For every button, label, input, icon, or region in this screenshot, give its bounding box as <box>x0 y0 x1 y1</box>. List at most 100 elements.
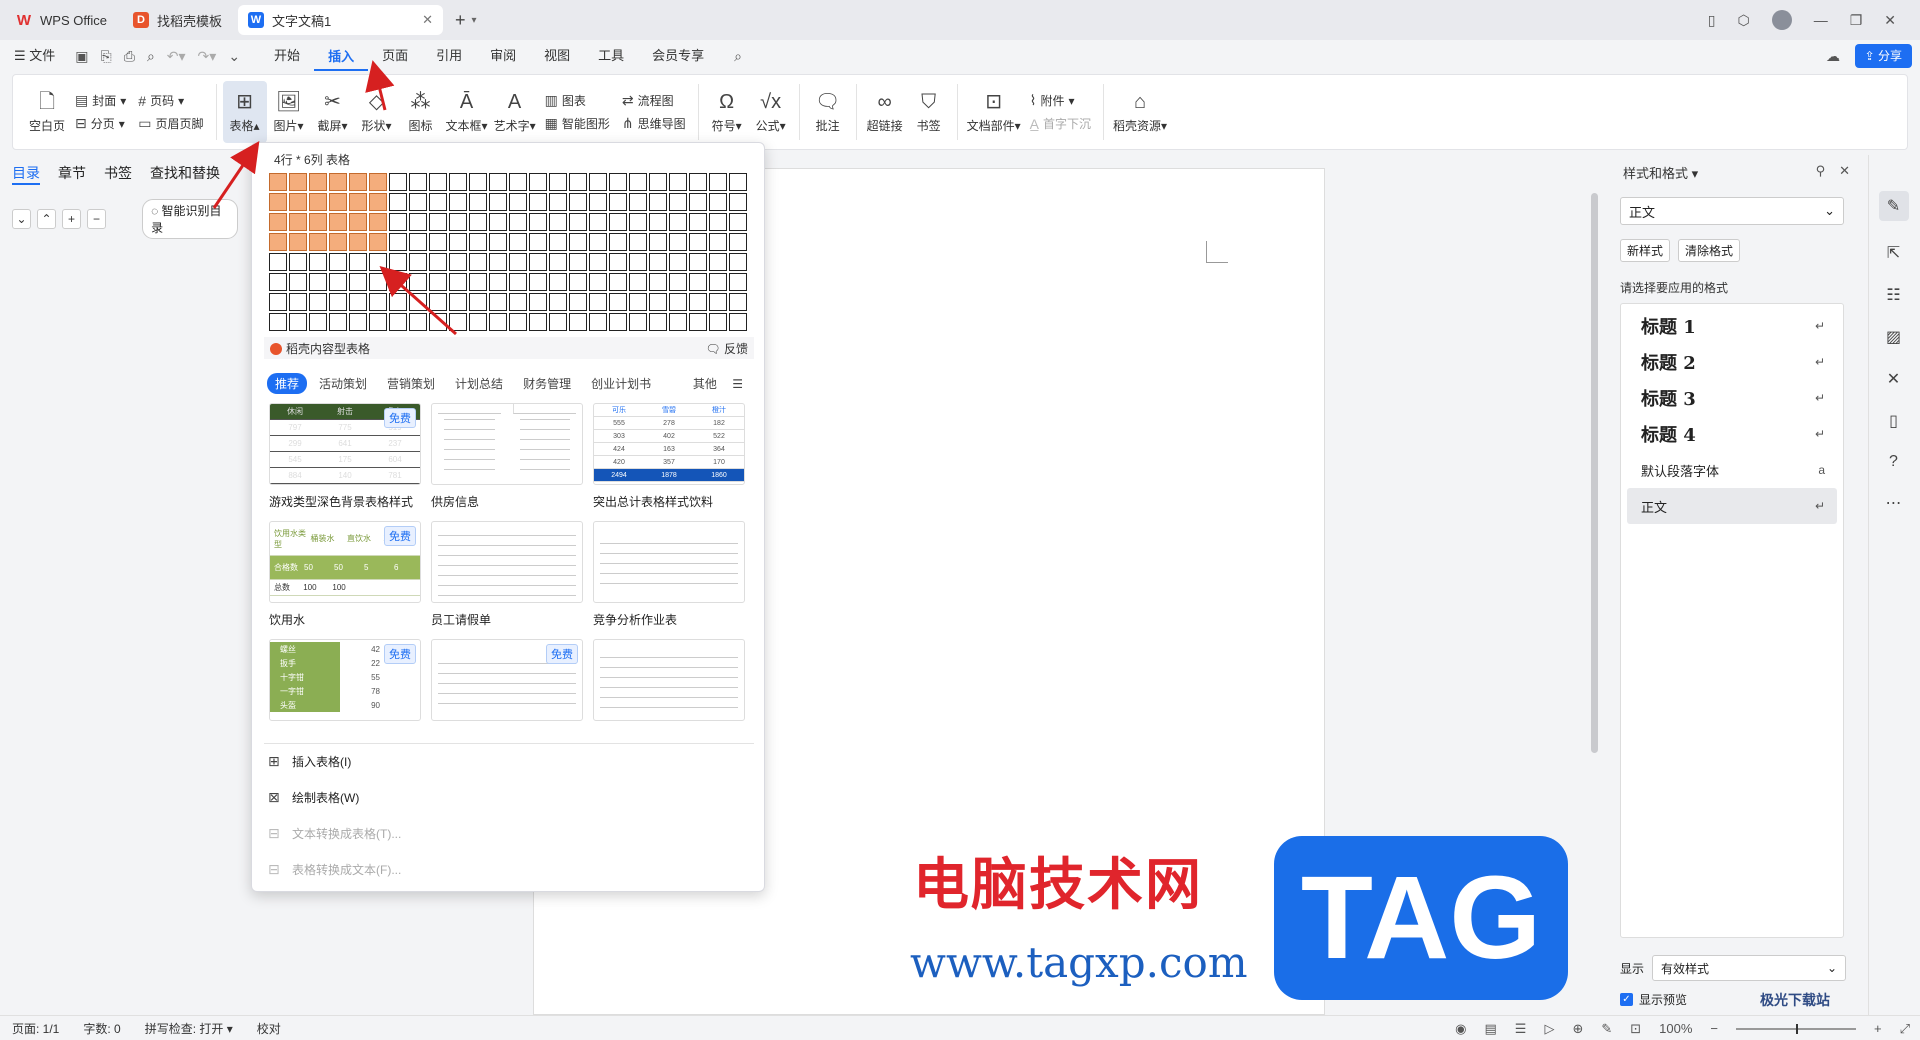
grid-cell[interactable] <box>409 173 427 191</box>
redo-icon[interactable]: ↷▾ <box>192 48 223 65</box>
grid-cell[interactable] <box>529 173 547 191</box>
style-heading-4[interactable]: 标题 4 ↵ <box>1627 416 1837 452</box>
style-heading-3[interactable]: 标题 3 ↵ <box>1627 380 1837 416</box>
tab-docer-templates[interactable]: D 找稻壳模板 <box>123 5 232 35</box>
web-view-icon[interactable]: ⊕ <box>1572 1021 1583 1037</box>
spellcheck-toggle[interactable]: 拼写检查: 打开 ▾ <box>133 1020 245 1037</box>
smart-toc-button[interactable]: ◌ 智能识别目录 <box>142 199 239 239</box>
grid-cell[interactable] <box>689 273 707 291</box>
edit-image-icon[interactable]: ▨ <box>1886 327 1901 347</box>
ai-table-link[interactable]: 稻壳内容型表格 <box>270 340 370 357</box>
grid-cell[interactable] <box>649 293 667 311</box>
grid-cell[interactable] <box>349 213 367 231</box>
grid-cell[interactable] <box>529 313 547 331</box>
grid-cell[interactable] <box>629 293 647 311</box>
grid-cell[interactable] <box>589 233 607 251</box>
grid-cell[interactable] <box>349 193 367 211</box>
grid-cell[interactable] <box>649 173 667 191</box>
comment-button[interactable]: 🗨 批注 <box>806 81 850 143</box>
grid-cell[interactable] <box>609 173 627 191</box>
grid-cell[interactable] <box>509 273 527 291</box>
grid-cell[interactable] <box>689 213 707 231</box>
grid-cell[interactable] <box>429 293 447 311</box>
template-card[interactable]: 员工请假单 <box>431 521 583 639</box>
cube-icon[interactable]: ⬡ <box>1737 12 1749 29</box>
grid-cell[interactable] <box>669 273 687 291</box>
grid-cell[interactable] <box>589 293 607 311</box>
grid-cell[interactable] <box>269 173 287 191</box>
grid-cell[interactable] <box>649 313 667 331</box>
grid-cell[interactable] <box>389 253 407 271</box>
grid-cell[interactable] <box>549 193 567 211</box>
bookmark-button[interactable]: ⛉ 书签 <box>907 81 951 143</box>
grid-cell[interactable] <box>489 313 507 331</box>
layout-icon[interactable]: ▯ <box>1708 12 1716 29</box>
print-icon[interactable]: ⎙ <box>118 48 141 65</box>
minimize-icon[interactable]: — <box>1814 12 1828 28</box>
grid-cell[interactable] <box>469 233 487 251</box>
grid-cell[interactable] <box>469 193 487 211</box>
grid-cell[interactable] <box>489 253 507 271</box>
grid-cell[interactable] <box>289 253 307 271</box>
dropcap-button[interactable]: A̲ 首字下沉 <box>1030 115 1091 132</box>
vertical-scrollbar[interactable] <box>1588 155 1602 1015</box>
header-footer-button[interactable]: ▭ 页眉页脚 <box>138 115 203 132</box>
close-window-icon[interactable]: ✕ <box>1884 12 1896 29</box>
grid-cell[interactable] <box>689 313 707 331</box>
grid-cell[interactable] <box>269 193 287 211</box>
style-heading-1[interactable]: 标题 1 ↵ <box>1627 308 1837 344</box>
insert-table-item[interactable]: ⊞ 插入表格(I) <box>268 753 351 770</box>
grid-cell[interactable] <box>569 313 587 331</box>
zoom-in-icon[interactable]: + <box>1874 1021 1882 1036</box>
search-icon[interactable]: ⌕ <box>728 48 748 65</box>
grid-cell[interactable] <box>429 253 447 271</box>
more-icon[interactable]: ⋯ <box>1886 493 1902 513</box>
restore-icon[interactable]: ❐ <box>1850 12 1863 29</box>
grid-cell[interactable] <box>269 313 287 331</box>
checkbox-checked-icon[interactable]: ✓ <box>1620 993 1633 1006</box>
cursor-icon[interactable]: ⇱ <box>1887 243 1900 263</box>
grid-cell[interactable] <box>489 213 507 231</box>
grid-cell[interactable] <box>349 173 367 191</box>
formula-button[interactable]: √x 公式▾ <box>749 81 793 143</box>
grid-cell[interactable] <box>729 213 747 231</box>
print-preview-icon[interactable]: ⌕ <box>141 48 161 65</box>
grid-cell[interactable] <box>649 253 667 271</box>
grid-cell[interactable] <box>629 233 647 251</box>
grid-cell[interactable] <box>349 313 367 331</box>
cover-button[interactable]: ▤ 封面 ▾ <box>75 92 126 109</box>
grid-cell[interactable] <box>309 253 327 271</box>
grid-cell[interactable] <box>449 253 467 271</box>
grid-cell[interactable] <box>689 173 707 191</box>
wordart-button[interactable]: A 艺术字▾ <box>491 81 539 143</box>
share-button[interactable]: ⇪ 分享 <box>1854 44 1912 68</box>
nav-tab-bookmark[interactable]: 书签 <box>104 163 132 185</box>
category-marketing[interactable]: 营销策划 <box>379 373 443 394</box>
grid-cell[interactable] <box>569 253 587 271</box>
grid-cell[interactable] <box>289 213 307 231</box>
table-button[interactable]: ⊞ 表格▴ <box>222 81 267 143</box>
help-icon[interactable]: ? <box>1889 453 1898 471</box>
grid-cell[interactable] <box>269 233 287 251</box>
grid-cell[interactable] <box>709 293 727 311</box>
grid-cell[interactable] <box>589 213 607 231</box>
grid-cell[interactable] <box>449 173 467 191</box>
grid-cell[interactable] <box>269 213 287 231</box>
grid-cell[interactable] <box>369 273 387 291</box>
template-card[interactable]: 饮用水类型桶装水直饮水X 合格数505056 总数100100 免费 饮用水 <box>269 521 421 639</box>
style-heading-2[interactable]: 标题 2 ↵ <box>1627 344 1837 380</box>
grid-cell[interactable] <box>509 253 527 271</box>
grid-cell[interactable] <box>529 233 547 251</box>
grid-cell[interactable] <box>609 213 627 231</box>
hyperlink-button[interactable]: ∞ 超链接 <box>863 81 907 143</box>
template-card[interactable]: 竞争分析作业表 <box>593 521 745 639</box>
template-card[interactable] <box>593 639 745 757</box>
grid-cell[interactable] <box>729 293 747 311</box>
grid-cell[interactable] <box>309 233 327 251</box>
grid-cell[interactable] <box>489 193 507 211</box>
grid-cell[interactable] <box>649 193 667 211</box>
grid-cell[interactable] <box>689 193 707 211</box>
grid-cell[interactable] <box>729 173 747 191</box>
avatar[interactable] <box>1771 10 1792 30</box>
nav-tab-toc[interactable]: 目录 <box>12 163 40 185</box>
